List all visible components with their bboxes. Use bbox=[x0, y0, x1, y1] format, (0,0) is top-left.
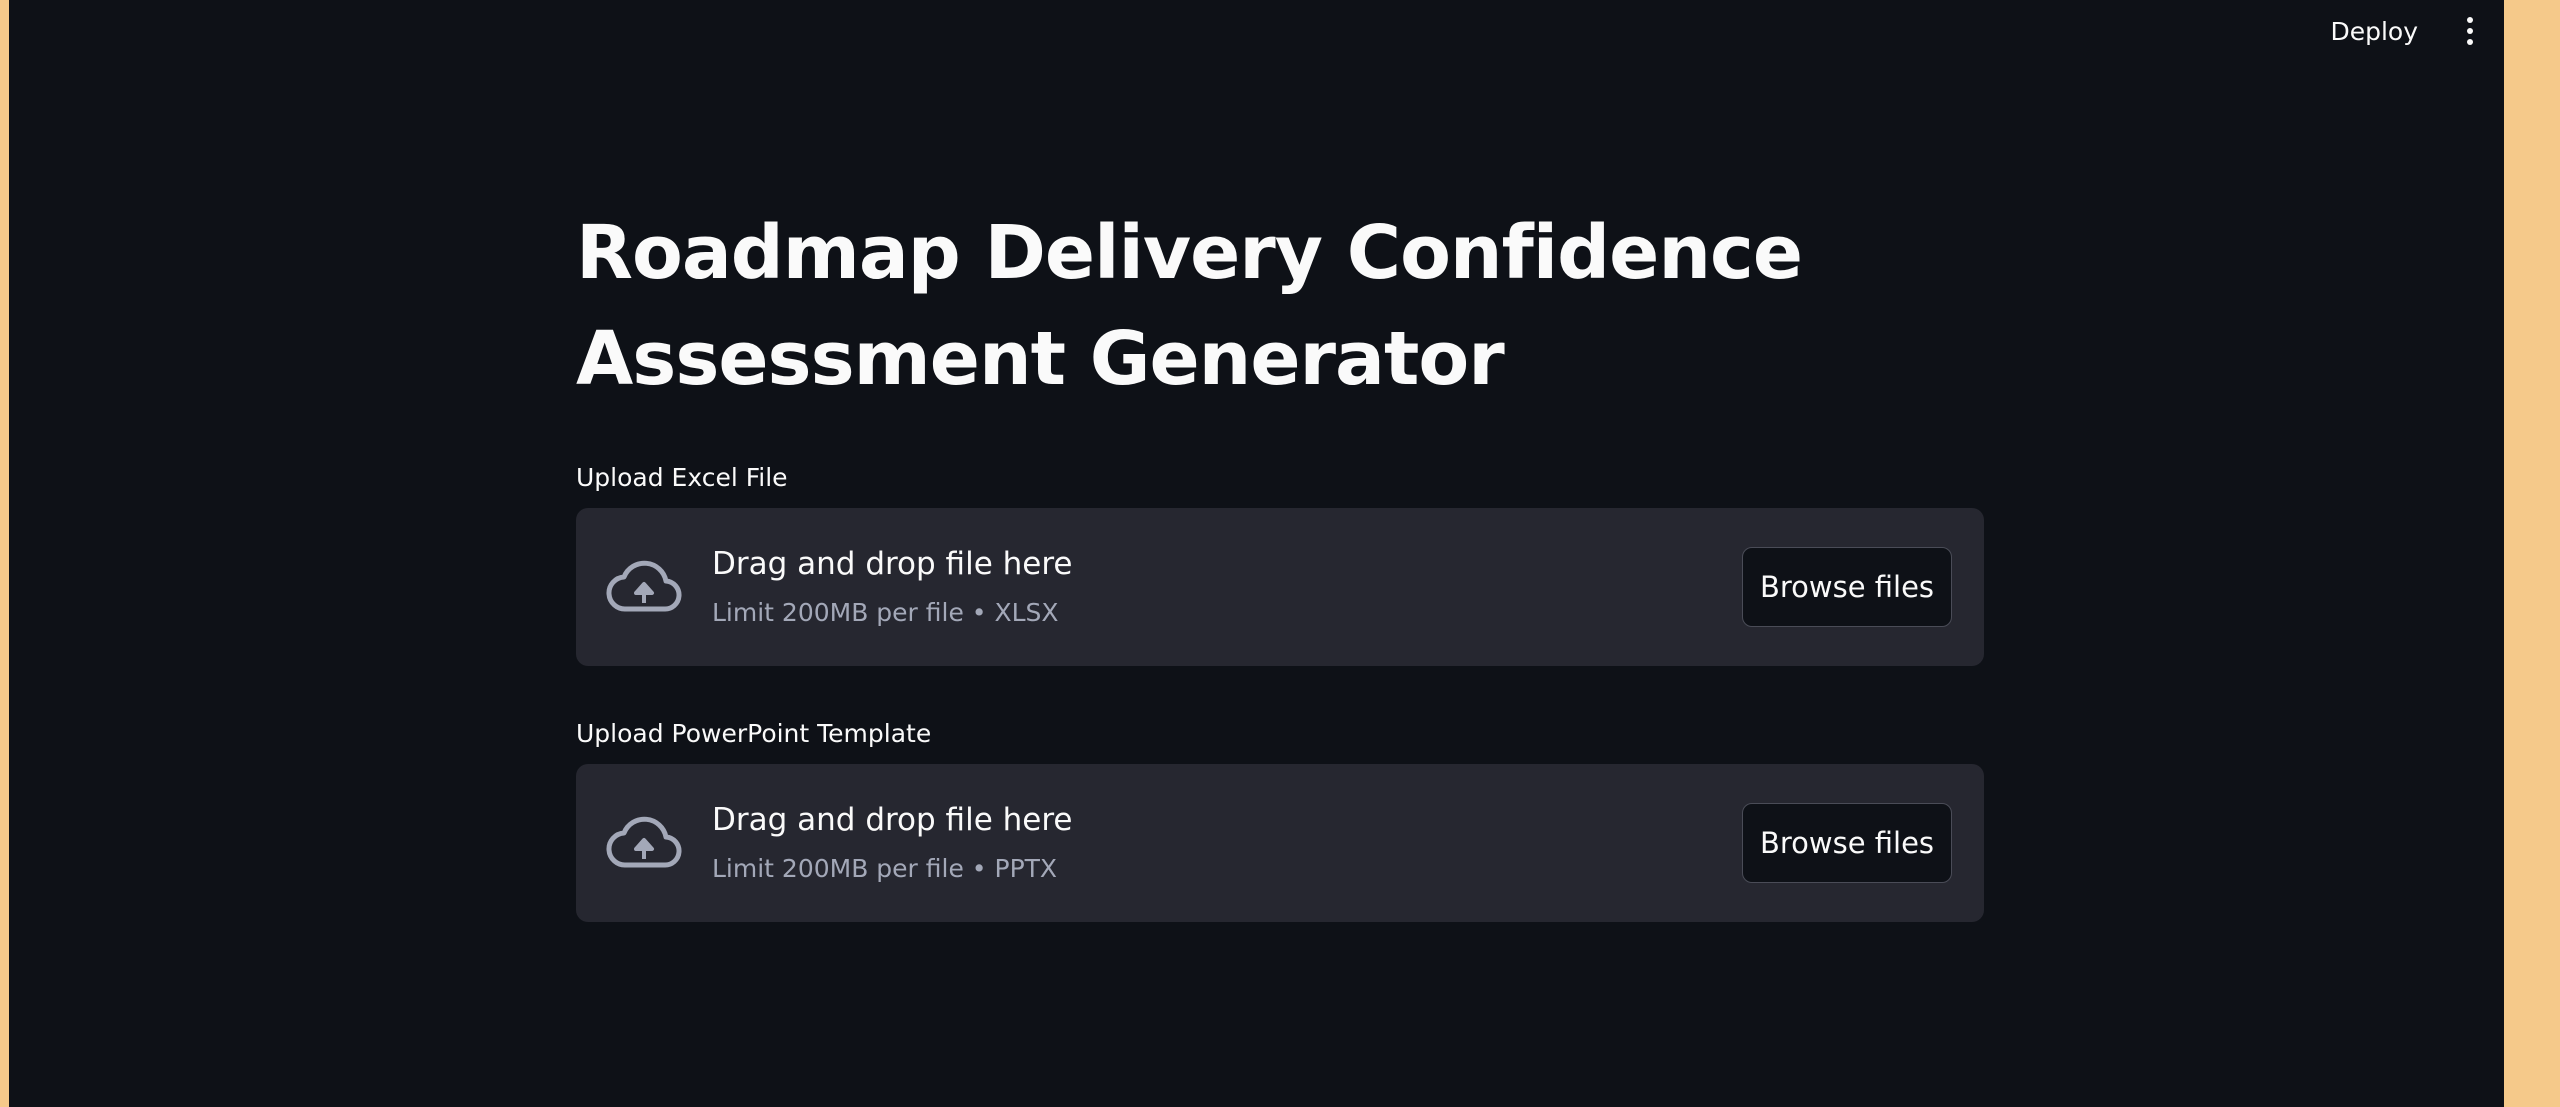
excel-upload-label: Upload Excel File bbox=[576, 463, 788, 492]
vertical-ellipsis-icon[interactable] bbox=[2450, 11, 2490, 51]
page-title-line-2: Assessment Generator bbox=[576, 316, 1505, 402]
powerpoint-upload-label: Upload PowerPoint Template bbox=[576, 719, 932, 748]
cloud-upload-icon bbox=[606, 805, 682, 881]
powerpoint-dropzone[interactable]: Drag and drop file here Limit 200MB per … bbox=[576, 764, 1984, 922]
powerpoint-dropzone-text: Drag and drop file here Limit 200MB per … bbox=[712, 798, 1742, 888]
menu-dot bbox=[2467, 39, 2473, 45]
excel-drop-instruction: Drag and drop file here bbox=[712, 546, 1073, 582]
page-title: Roadmap Delivery Confidence Assessment G… bbox=[576, 200, 1984, 412]
deploy-button[interactable]: Deploy bbox=[2310, 9, 2438, 54]
excel-file-limit: Limit 200MB per file • XLSX bbox=[712, 598, 1059, 627]
right-edge-accent bbox=[2504, 0, 2560, 1107]
excel-file-uploader: Upload Excel File Drag and drop file her… bbox=[576, 458, 1984, 666]
powerpoint-template-uploader: Upload PowerPoint Template Drag and drop… bbox=[576, 714, 1984, 922]
left-edge-accent bbox=[0, 0, 9, 1107]
excel-dropzone-text: Drag and drop file here Limit 200MB per … bbox=[712, 542, 1742, 632]
app-window: Deploy Roadmap Delivery Confidence Asses… bbox=[0, 0, 2560, 1107]
excel-browse-files-button[interactable]: Browse files bbox=[1742, 547, 1952, 627]
powerpoint-drop-instruction: Drag and drop file here bbox=[712, 802, 1073, 838]
excel-dropzone[interactable]: Drag and drop file here Limit 200MB per … bbox=[576, 508, 1984, 666]
powerpoint-browse-files-button[interactable]: Browse files bbox=[1742, 803, 1952, 883]
powerpoint-file-limit: Limit 200MB per file • PPTX bbox=[712, 854, 1058, 883]
menu-dot bbox=[2467, 17, 2473, 23]
page-title-line-1: Roadmap Delivery Confidence bbox=[576, 210, 1803, 296]
top-toolbar: Deploy bbox=[2310, 0, 2504, 62]
right-edge-divider bbox=[2502, 0, 2504, 1107]
cloud-upload-icon bbox=[606, 549, 682, 625]
menu-dot bbox=[2467, 28, 2473, 34]
main-content: Roadmap Delivery Confidence Assessment G… bbox=[576, 200, 1984, 922]
